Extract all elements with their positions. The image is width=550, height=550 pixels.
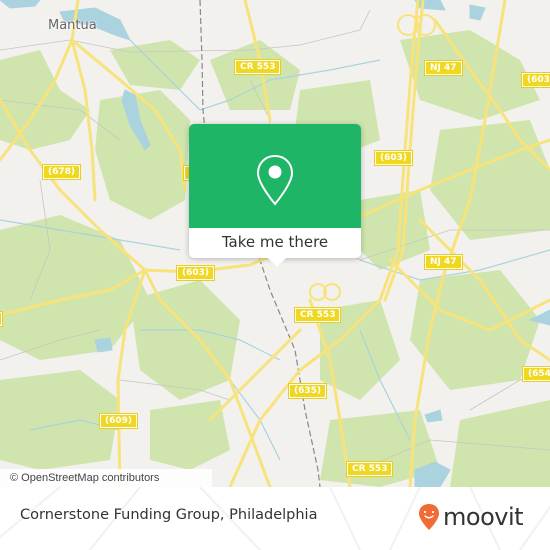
moovit-logo[interactable]: moovit bbox=[418, 503, 524, 531]
popup-header bbox=[189, 124, 361, 228]
location-title: Cornerstone Funding Group, Philadelphia bbox=[20, 507, 318, 523]
road-shield-609: (609) bbox=[98, 413, 139, 429]
road-shield-nj47: NJ 47 bbox=[424, 60, 463, 76]
road-shield-partial: (6 bbox=[0, 311, 4, 327]
map-view[interactable]: Mantua CR 553 NJ 47 (603) (678) (603) NJ… bbox=[0, 0, 550, 487]
road-shield-654: (654) bbox=[521, 366, 550, 382]
place-label-mantua: Mantua bbox=[48, 18, 97, 33]
road-shield-603: (603) bbox=[520, 72, 550, 88]
map-attribution[interactable]: © OpenStreetMap contributors bbox=[0, 469, 212, 487]
road-shield-nj47: NJ 47 bbox=[424, 254, 463, 270]
popup-pointer bbox=[268, 258, 286, 267]
location-popup[interactable]: Take me there bbox=[189, 124, 361, 267]
footer-bar: Cornerstone Funding Group, Philadelphia … bbox=[0, 487, 550, 550]
location-pin-icon bbox=[256, 154, 294, 206]
moovit-wordmark: moovit bbox=[443, 503, 524, 531]
road-shield-603: (603) bbox=[373, 150, 414, 166]
road-shield-635: (635) bbox=[287, 383, 328, 399]
road-shield-cr553: CR 553 bbox=[345, 461, 394, 477]
road-shield-cr553: CR 553 bbox=[233, 59, 282, 75]
moovit-logo-icon bbox=[419, 504, 439, 530]
take-me-there-button[interactable]: Take me there bbox=[189, 228, 361, 258]
road-shield-cr553: CR 553 bbox=[293, 307, 342, 323]
road-shield-678: (678) bbox=[41, 164, 82, 180]
road-shield-603: (603) bbox=[175, 265, 216, 281]
